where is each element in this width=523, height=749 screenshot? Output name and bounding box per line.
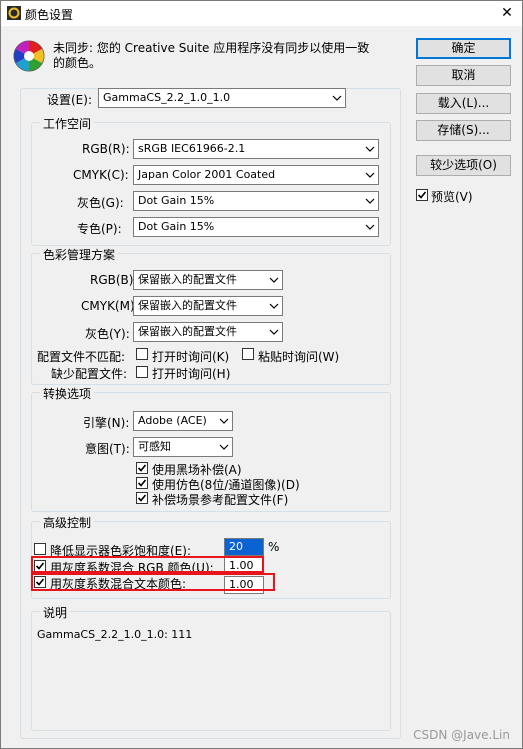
ok-button[interactable]: 确定	[416, 38, 511, 59]
highlight-box	[31, 556, 264, 573]
intent-select[interactable]: 可感知	[133, 437, 233, 457]
cancel-button[interactable]: 取消	[416, 65, 511, 86]
settings-value: GammaCS_2.2_1.0_1.0	[103, 91, 231, 104]
chevron-down-icon	[269, 329, 279, 335]
cmyk-policy-label: CMYK(M):	[81, 299, 139, 313]
chevron-down-icon	[365, 172, 375, 178]
missing-ask-open-label: 打开时询问(H)	[152, 367, 231, 381]
settings-label: 设置(E):	[47, 93, 92, 107]
cmyk-space-select[interactable]: Japan Color 2001 Coated	[133, 165, 379, 185]
gray-policy-label: 灰色(Y):	[85, 327, 130, 341]
preview-label: 预览(V)	[431, 190, 473, 204]
rgb-policy-select[interactable]: 保留嵌入的配置文件	[133, 270, 283, 290]
advanced-title: 高级控制	[40, 514, 95, 531]
check-icon	[137, 464, 147, 472]
check-icon	[137, 494, 147, 502]
cmyk-policy-value: 保留嵌入的配置文件	[138, 299, 237, 312]
chevron-down-icon	[219, 418, 229, 424]
sync-message-line2: 的颜色。	[53, 56, 102, 70]
mismatch-ask-paste-checkbox[interactable]	[242, 348, 254, 360]
missing-ask-open-checkbox[interactable]	[136, 366, 148, 378]
load-button[interactable]: 载入(L)...	[416, 93, 511, 114]
spot-space-label: 专色(P):	[77, 222, 122, 236]
check-icon	[137, 479, 147, 487]
engine-select[interactable]: Adobe (ACE)	[133, 411, 233, 431]
chevron-down-icon	[219, 444, 229, 450]
save-button[interactable]: 存储(S)...	[416, 120, 511, 141]
title-bar: 颜色设置 ✕	[1, 1, 522, 26]
rgb-policy-value: 保留嵌入的配置文件	[138, 273, 237, 286]
mismatch-ask-open-checkbox[interactable]	[136, 348, 148, 360]
compensate-label: 补偿场景参考配置文件(F)	[152, 493, 289, 507]
gray-space-label: 灰色(G):	[77, 196, 124, 210]
fewer-options-button[interactable]: 较少选项(O)	[416, 155, 511, 176]
cmyk-space-value: Japan Color 2001 Coated	[138, 168, 276, 181]
window-title: 颜色设置	[25, 8, 74, 22]
preview-checkbox[interactable]	[416, 189, 428, 201]
color-settings-dialog: 颜色设置 ✕ 未同步: 您的 Creative Suite 应用程序没有同步以使…	[0, 0, 523, 749]
chevron-down-icon	[365, 198, 375, 204]
mismatch-ask-paste-label: 粘贴时询问(W)	[258, 350, 340, 364]
chevron-down-icon	[365, 224, 375, 230]
cmyk-space-label: CMYK(C):	[73, 168, 129, 182]
gray-policy-select[interactable]: 保留嵌入的配置文件	[133, 322, 283, 342]
engine-label: 引擎(N):	[83, 416, 130, 430]
bpc-checkbox[interactable]	[136, 462, 148, 474]
app-icon	[7, 6, 21, 20]
rgb-space-select[interactable]: sRGB IEC61966-2.1	[133, 139, 379, 159]
check-icon	[417, 191, 427, 199]
engine-value: Adobe (ACE)	[138, 414, 207, 427]
desaturate-input[interactable]: 20	[224, 538, 264, 556]
conversion-title: 转换选项	[40, 385, 95, 402]
rgb-policy-label: RGB(B):	[90, 273, 138, 287]
chevron-down-icon	[365, 146, 375, 152]
close-icon[interactable]: ✕	[496, 2, 518, 24]
gray-space-value: Dot Gain 15%	[138, 194, 215, 207]
compensate-checkbox[interactable]	[136, 492, 148, 504]
spot-space-value: Dot Gain 15%	[138, 220, 215, 233]
chevron-down-icon	[269, 303, 279, 309]
rgb-space-value: sRGB IEC61966-2.1	[138, 142, 246, 155]
mismatch-label: 配置文件不匹配:	[37, 350, 126, 364]
rgb-space-label: RGB(R):	[82, 142, 130, 156]
desaturate-unit: %	[268, 540, 280, 554]
cmyk-policy-select[interactable]: 保留嵌入的配置文件	[133, 296, 283, 316]
color-wheel-icon	[13, 40, 45, 72]
intent-value: 可感知	[138, 440, 171, 453]
settings-select[interactable]: GammaCS_2.2_1.0_1.0	[98, 88, 346, 108]
mismatch-ask-open-label: 打开时询问(K)	[152, 350, 230, 364]
chevron-down-icon	[332, 95, 342, 101]
spot-space-select[interactable]: Dot Gain 15%	[133, 217, 379, 237]
gray-policy-value: 保留嵌入的配置文件	[138, 325, 237, 338]
desaturate-checkbox[interactable]	[34, 543, 46, 555]
chevron-down-icon	[269, 277, 279, 283]
policies-title: 色彩管理方案	[40, 246, 119, 263]
highlight-box	[31, 573, 275, 591]
watermark: CSDN @Jave.Lin	[413, 728, 510, 742]
missing-label: 缺少配置文件:	[51, 367, 128, 381]
description-title: 说明	[40, 604, 71, 621]
dither-checkbox[interactable]	[136, 477, 148, 489]
working-spaces-title: 工作空间	[40, 115, 95, 132]
description-text: GammaCS_2.2_1.0_1.0: 111	[37, 628, 193, 641]
gray-space-select[interactable]: Dot Gain 15%	[133, 191, 379, 211]
intent-label: 意图(T):	[85, 442, 130, 456]
